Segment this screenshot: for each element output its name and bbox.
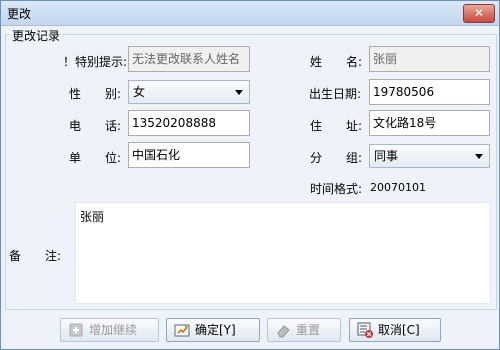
gender-select[interactable]: 女 (128, 80, 250, 104)
gender-select-value: 女 (133, 85, 146, 99)
warning-field: 无法更改联系人姓名 (128, 46, 250, 72)
gender-label: 性 别: (69, 87, 122, 101)
phone-field[interactable]: 13520208888 (128, 110, 250, 136)
confirm-button[interactable]: 确定[Y] (166, 318, 260, 342)
cancel-label: 取消[C] (378, 323, 420, 337)
address-label: 住 址: (310, 119, 363, 133)
time-format-value: 20070101 (370, 181, 426, 194)
group-label: 分 组: (310, 151, 363, 165)
group-select[interactable]: 同事 (369, 144, 490, 168)
group-legend: 更改记录 (10, 27, 63, 44)
window-title: 更改 (7, 7, 32, 21)
time-format-label: 时间格式: (310, 182, 363, 196)
birthdate-label: 出生日期: (309, 87, 362, 101)
cancel-button[interactable]: 取消[C] (349, 318, 441, 342)
notes-label: 备 注: (9, 249, 62, 263)
name-label: 姓 名: (310, 55, 363, 69)
chevron-down-icon (235, 90, 243, 95)
add-continue-button[interactable]: 增加继续 (60, 318, 159, 342)
birthdate-field[interactable]: 19780506 (369, 79, 490, 105)
company-field[interactable]: 中国石化 (128, 142, 250, 168)
add-icon (69, 323, 83, 337)
phone-label: 电 话: (69, 119, 122, 133)
warning-label: ！特别提示: (63, 55, 128, 69)
eraser-icon (277, 325, 290, 338)
confirm-label: 确定[Y] (195, 323, 236, 337)
reset-label: 重置 (296, 323, 321, 337)
notes-textarea[interactable]: 张丽 (75, 202, 491, 304)
close-button[interactable]: ✕ (463, 4, 495, 23)
chevron-down-icon (475, 154, 483, 159)
group-select-value: 同事 (374, 149, 399, 163)
title-bar: 更改 ✕ (1, 1, 499, 26)
add-continue-label: 增加继续 (89, 323, 138, 337)
company-label: 单 位: (69, 151, 122, 165)
cancel-icon (357, 322, 373, 338)
close-icon: ✕ (473, 6, 485, 20)
confirm-icon (174, 324, 190, 337)
name-field: 张丽 (369, 46, 490, 72)
edit-dialog: 更改 ✕ 更改记录 ！特别提示: 无法更改联系人姓名 姓 名: 张丽 性 别: … (0, 0, 500, 350)
address-field[interactable]: 文化路18号 (369, 110, 490, 136)
reset-button[interactable]: 重置 (267, 318, 341, 342)
